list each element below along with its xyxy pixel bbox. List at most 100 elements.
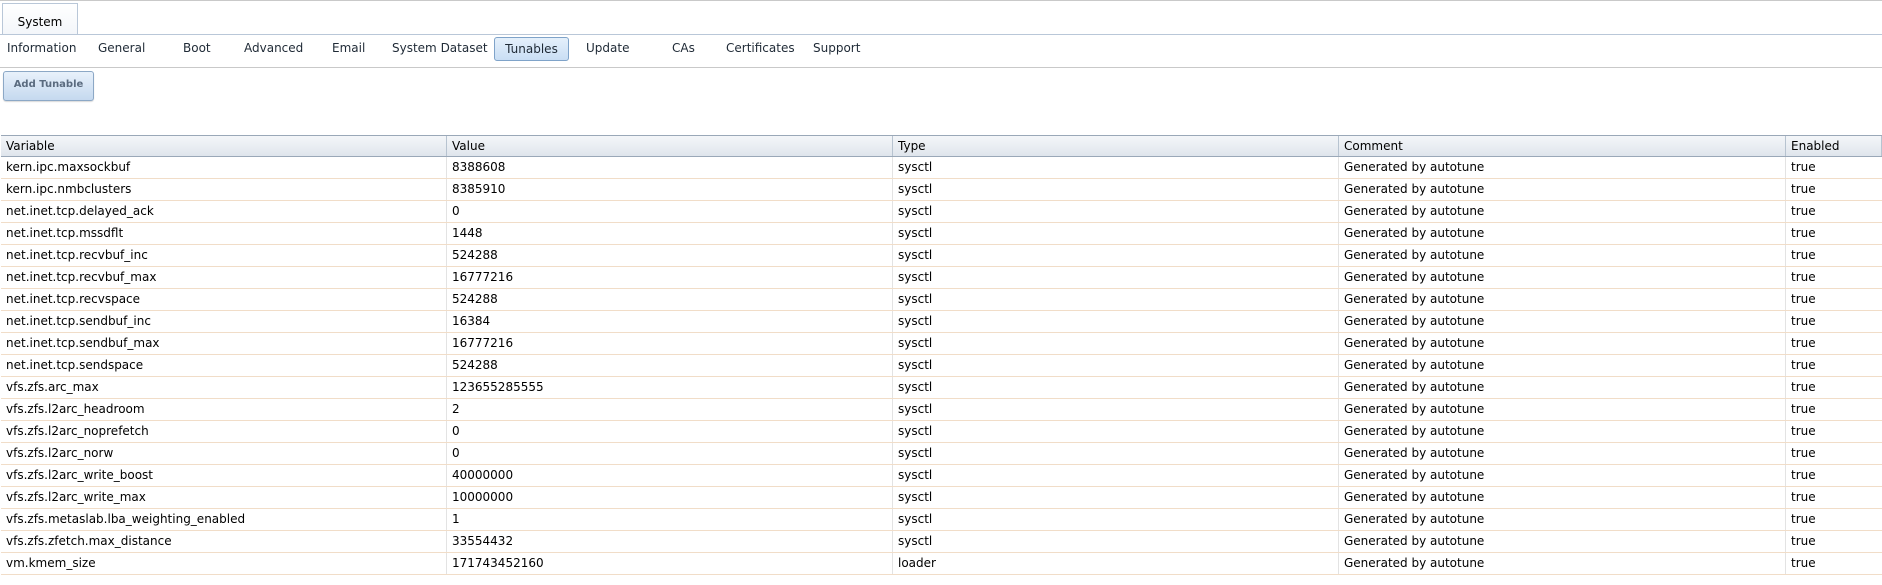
cell-comment: Generated by autotune (1339, 465, 1786, 486)
cell-enabled: true (1791, 248, 1816, 262)
cell-type: sysctl (893, 531, 1339, 552)
cell-comment: Generated by autotune (1339, 267, 1786, 288)
cell-enabled: true (1791, 556, 1816, 570)
tab-system[interactable]: System (2, 3, 78, 34)
subtab-boot[interactable]: Boot (183, 37, 211, 61)
table-row[interactable]: kern.ipc.maxsockbuf 8388608 sysctl Generate… (1, 157, 1882, 179)
cell-type: sysctl (893, 245, 1339, 266)
table-row[interactable]: net.inet.tcp.recvbuf_max 16777216 sysctl Ge… (1, 267, 1882, 289)
subtab-email[interactable]: Email (332, 37, 365, 61)
table-row[interactable]: kern.ipc.nmbclusters 8385910 sysctl Generat… (1, 179, 1882, 201)
subtab-certificates[interactable]: Certificates (726, 37, 795, 61)
cell-value: 10000000 (447, 487, 893, 508)
table-header: Variable Value Type Comment Enabled (1, 136, 1882, 157)
cell-comment: Generated by autotune (1339, 201, 1786, 222)
cell-type: sysctl (893, 509, 1339, 530)
cell-value: 8385910 (447, 179, 893, 200)
cell-enabled: true (1791, 226, 1816, 240)
cell-enabled: true (1791, 314, 1816, 328)
table-row[interactable]: vfs.zfs.l2arc_headroom 2 sysctl Generated b… (1, 399, 1882, 421)
cell-variable: vm.kmem_size (1, 553, 447, 574)
cell-comment: Generated by autotune (1339, 157, 1786, 178)
subtab-support[interactable]: Support (813, 37, 860, 61)
cell-type: sysctl (893, 443, 1339, 464)
cell-value: 1448 (447, 223, 893, 244)
subtab-update[interactable]: Update (586, 37, 629, 61)
cell-value: 123655285555 (447, 377, 893, 398)
table-row[interactable]: net.inet.tcp.recvspace 524288 sysctl Genera… (1, 289, 1882, 311)
table-row[interactable]: net.inet.tcp.mssdflt 1448 sysctl Generated … (1, 223, 1882, 245)
cell-type: sysctl (893, 267, 1339, 288)
cell-type: sysctl (893, 223, 1339, 244)
table-row[interactable]: vfs.zfs.l2arc_write_max 10000000 sysctl Gen… (1, 487, 1882, 509)
cell-comment: Generated by autotune (1339, 509, 1786, 530)
table-row[interactable]: vfs.zfs.arc_max 123655285555 sysctl Generat… (1, 377, 1882, 399)
cell-variable: net.inet.tcp.mssdflt (1, 223, 447, 244)
cell-enabled: true (1791, 380, 1816, 394)
cell-variable: vfs.zfs.l2arc_norw (1, 443, 447, 464)
cell-comment: Generated by autotune (1339, 443, 1786, 464)
cell-type: sysctl (893, 333, 1339, 354)
table-row[interactable]: vfs.zfs.zfetch.max_distance 33554432 sysct… (1, 531, 1882, 553)
table-row[interactable]: vfs.zfs.metaslab.lba_weighting_enabled 1 s… (1, 509, 1882, 531)
cell-comment: Generated by autotune (1339, 421, 1786, 442)
table-row[interactable]: vfs.zfs.l2arc_write_boost 40000000 sysctl G… (1, 465, 1882, 487)
cell-variable: vfs.zfs.zfetch.max_distance (1, 531, 447, 552)
cell-type: sysctl (893, 465, 1339, 486)
cell-value: 1 (447, 509, 893, 530)
column-header-value[interactable]: Value (447, 136, 893, 156)
cell-value: 524288 (447, 355, 893, 376)
cell-variable: vfs.zfs.l2arc_write_boost (1, 465, 447, 486)
cell-type: loader (893, 553, 1339, 574)
subtab-cas[interactable]: CAs (672, 37, 695, 61)
table-row[interactable]: net.inet.tcp.sendspace 524288 sysctl Genera… (1, 355, 1882, 377)
cell-value: 33554432 (447, 531, 893, 552)
cell-type: sysctl (893, 399, 1339, 420)
cell-comment: Generated by autotune (1339, 377, 1786, 398)
subtab-advanced[interactable]: Advanced (244, 37, 303, 61)
cell-variable: net.inet.tcp.recvspace (1, 289, 447, 310)
subtab-information[interactable]: Information (7, 37, 76, 61)
subtab-divider (0, 67, 1882, 68)
cell-comment: Generated by autotune (1339, 487, 1786, 508)
cell-enabled: true (1791, 446, 1816, 460)
subtab-tunables[interactable]: Tunables (494, 37, 569, 61)
cell-comment: Generated by autotune (1339, 553, 1786, 574)
table-row[interactable]: net.inet.tcp.sendbuf_inc 16384 sysctl Gener… (1, 311, 1882, 333)
table-row[interactable]: net.inet.tcp.recvbuf_inc 524288 sysctl Gene… (1, 245, 1882, 267)
cell-enabled: true (1791, 204, 1816, 218)
cell-value: 0 (447, 443, 893, 464)
column-header-enabled[interactable]: Enabled (1786, 136, 1882, 156)
table-row[interactable]: net.inet.tcp.sendbuf_max 16777216 sysctl Ge… (1, 333, 1882, 355)
column-header-type[interactable]: Type (893, 136, 1339, 156)
cell-variable: kern.ipc.nmbclusters (1, 179, 447, 200)
cell-enabled: true (1791, 292, 1816, 306)
subtab-general[interactable]: General (98, 37, 145, 61)
cell-variable: vfs.zfs.arc_max (1, 377, 447, 398)
table-row[interactable]: net.inet.tcp.delayed_ack 0 sysctl Generated… (1, 201, 1882, 223)
cell-type: sysctl (893, 157, 1339, 178)
table-row[interactable]: vfs.zfs.l2arc_noprefetch 0 sysctl Generated… (1, 421, 1882, 443)
cell-type: sysctl (893, 487, 1339, 508)
cell-enabled: true (1791, 182, 1816, 196)
outer-tab-divider (0, 34, 1882, 35)
cell-variable: net.inet.tcp.sendbuf_max (1, 333, 447, 354)
cell-value: 171743452160 (447, 553, 893, 574)
cell-enabled: true (1791, 336, 1816, 350)
cell-enabled: true (1791, 160, 1816, 174)
add-tunable-button[interactable]: Add Tunable (3, 71, 94, 101)
cell-comment: Generated by autotune (1339, 311, 1786, 332)
cell-comment: Generated by autotune (1339, 355, 1786, 376)
cell-comment: Generated by autotune (1339, 333, 1786, 354)
table-row[interactable]: vm.kmem_size 171743452160 loader Generated … (1, 553, 1882, 575)
cell-type: sysctl (893, 201, 1339, 222)
cell-type: sysctl (893, 179, 1339, 200)
table-row[interactable]: vfs.zfs.l2arc_norw 0 sysctl Generated by au… (1, 443, 1882, 465)
column-header-variable[interactable]: Variable (1, 136, 447, 156)
cell-variable: vfs.zfs.l2arc_headroom (1, 399, 447, 420)
column-header-comment[interactable]: Comment (1339, 136, 1786, 156)
cell-enabled: true (1791, 534, 1816, 548)
cell-enabled: true (1791, 512, 1816, 526)
subtab-system-dataset[interactable]: System Dataset (392, 37, 488, 61)
table-body: kern.ipc.maxsockbuf 8388608 sysctl Generate… (1, 157, 1882, 575)
